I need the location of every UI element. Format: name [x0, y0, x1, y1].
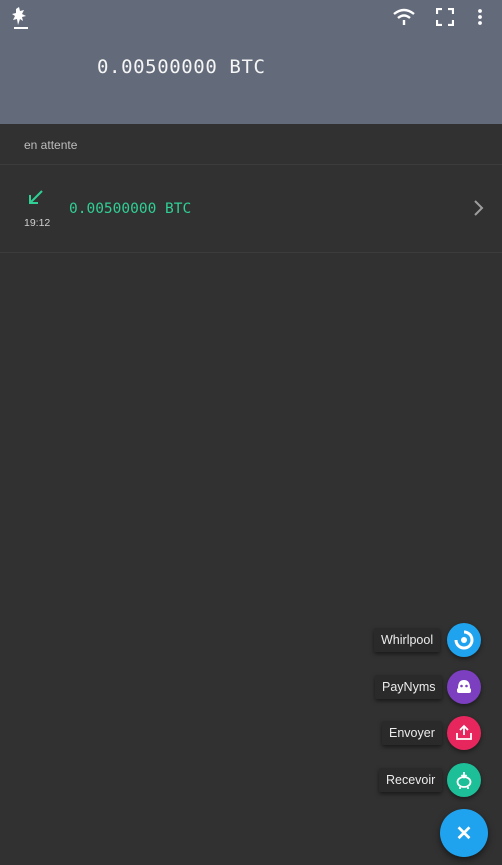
chevron-right-icon: [470, 198, 486, 218]
fab-close-button[interactable]: ✕: [440, 809, 488, 857]
incoming-arrow-icon: [26, 188, 46, 208]
transaction-row[interactable]: 19:12 0.00500000 BTC: [0, 165, 502, 252]
fab-paynyms-label[interactable]: PayNyms: [375, 675, 443, 699]
receive-icon[interactable]: [447, 763, 481, 797]
divider: [0, 252, 502, 253]
fab-receive-label[interactable]: Recevoir: [379, 768, 443, 792]
more-vert-icon[interactable]: [469, 6, 491, 28]
wifi-icon[interactable]: [393, 6, 415, 28]
fab-whirlpool-label[interactable]: Whirlpool: [374, 628, 441, 652]
samourai-logo-icon[interactable]: [10, 6, 32, 30]
fullscreen-icon[interactable]: [434, 6, 456, 28]
pending-section-label: en attente: [24, 138, 78, 152]
balance-header: 0.00500000 BTC: [0, 0, 502, 124]
whirlpool-icon[interactable]: [447, 623, 481, 657]
transaction-amount: 0.00500000 BTC: [69, 201, 192, 217]
wallet-balance[interactable]: 0.00500000 BTC: [97, 56, 266, 78]
send-icon[interactable]: [447, 716, 481, 750]
fab-send-label[interactable]: Envoyer: [382, 721, 442, 745]
transaction-time: 19:12: [24, 217, 51, 229]
paynym-icon[interactable]: [447, 670, 481, 704]
close-icon: ✕: [455, 822, 473, 845]
